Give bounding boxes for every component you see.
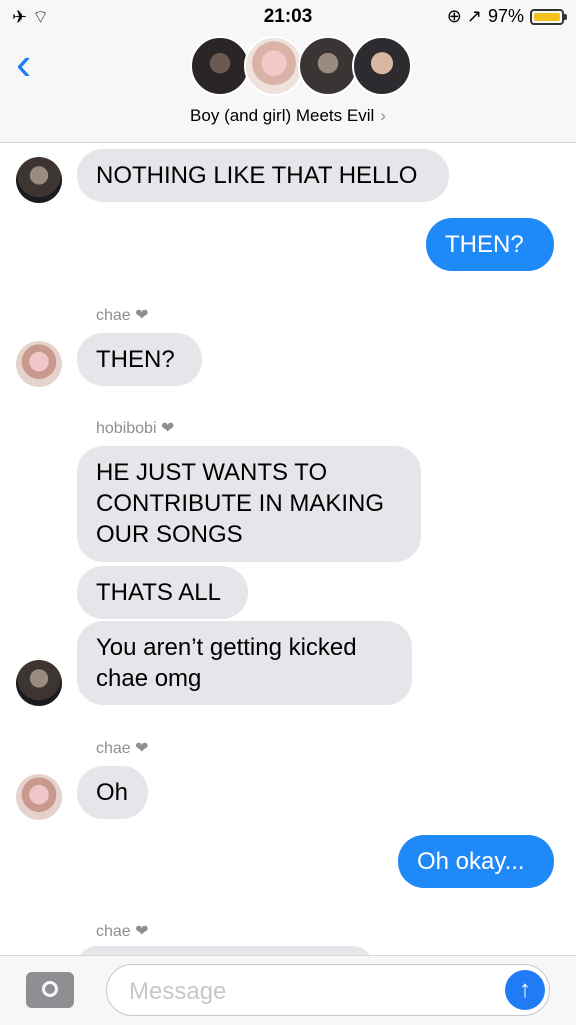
group-avatar <box>190 36 250 96</box>
avatar-hobibobi[interactable] <box>16 157 62 203</box>
conversation-header: ✈ ⌔ 21:03 ⊕ ↗ 97% ‹ Boy (and girl) Meets… <box>0 0 576 143</box>
camera-icon[interactable] <box>26 972 74 1008</box>
message-incoming[interactable]: THEN? <box>77 333 202 386</box>
sender-name: hobibobi ❤ <box>96 420 175 437</box>
group-avatar <box>298 36 358 96</box>
group-avatar <box>244 36 304 96</box>
avatar-hobibobi[interactable] <box>16 660 62 706</box>
battery-percent: 97% <box>487 6 524 26</box>
sender-name: chae ❤ <box>96 740 149 757</box>
back-chevron-icon[interactable]: ‹ <box>16 40 31 86</box>
chevron-right-icon: › <box>380 106 386 125</box>
status-bar: ✈ ⌔ 21:03 ⊕ ↗ 97% <box>0 0 576 34</box>
message-incoming[interactable]: HE JUST WANTS TO CONTRIBUTE IN MAKING OU… <box>77 446 421 562</box>
message-placeholder: Message <box>129 978 227 1005</box>
battery-icon <box>530 8 567 25</box>
message-incoming[interactable]: NOTHING LIKE THAT HELLO <box>77 149 449 202</box>
message-incoming[interactable]: You aren’t getting kicked chae omg <box>77 621 412 705</box>
send-arrow-icon[interactable]: ↑ <box>505 970 545 1010</box>
lock-location-icons: ⊕ ↗ <box>446 6 482 26</box>
group-name: Boy (and girl) Meets Evil <box>190 106 375 125</box>
group-avatars[interactable] <box>190 36 412 96</box>
message-incoming[interactable]: THATS ALL <box>77 566 248 619</box>
composer-bar: Message ↑ <box>0 955 576 1025</box>
message-input[interactable]: Message ↑ <box>106 964 550 1016</box>
avatar-chae[interactable] <box>16 341 62 387</box>
status-right: ⊕ ↗ 97% <box>446 6 567 27</box>
message-outgoing[interactable]: THEN? <box>426 218 554 271</box>
message-thread: NOTHING LIKE THAT HELLO THEN? chae ❤ THE… <box>0 0 576 1024</box>
sender-name: chae ❤ <box>96 307 149 324</box>
sender-name: chae ❤ <box>96 923 149 940</box>
avatar-chae[interactable] <box>16 774 62 820</box>
group-title[interactable]: Boy (and girl) Meets Evil › <box>0 106 576 126</box>
message-incoming[interactable]: Oh <box>77 766 148 819</box>
group-avatar <box>352 36 412 96</box>
message-outgoing[interactable]: Oh okay... <box>398 835 554 888</box>
